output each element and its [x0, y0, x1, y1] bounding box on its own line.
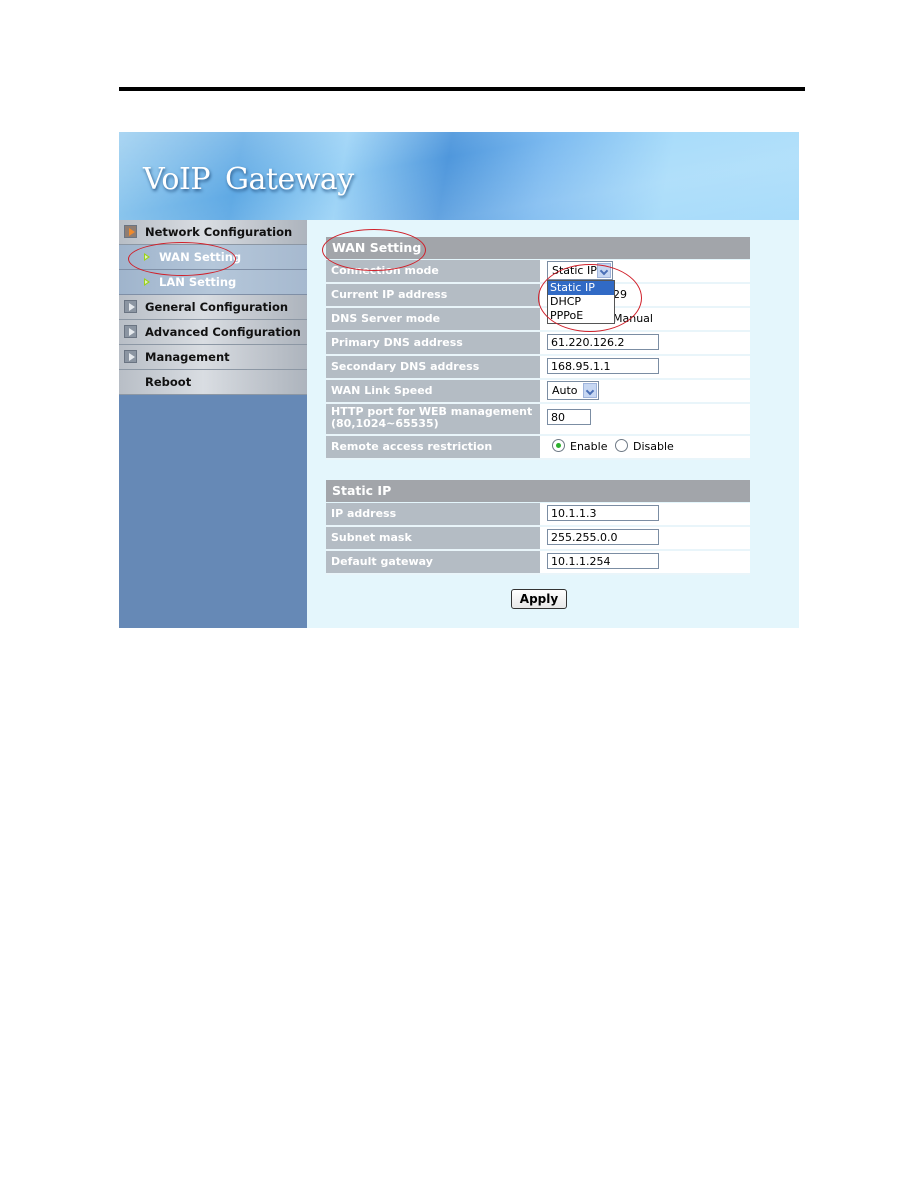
web-ui-frame: VoIP Gateway Network Configuration WAN S… [119, 132, 799, 628]
remote-access-enable-radio[interactable] [552, 439, 565, 452]
ip-address-input[interactable]: 10.1.1.3 [547, 505, 659, 521]
bullet-arrow-icon [144, 278, 150, 286]
row-current-ip: Current IP address 29 [326, 284, 750, 308]
apply-button[interactable]: Apply [511, 589, 567, 609]
wan-setting-header: WAN Setting [326, 237, 750, 260]
current-ip-value: 29 [613, 288, 627, 301]
expand-arrow-icon [124, 300, 137, 313]
sidebar-item-general-configuration[interactable]: General Configuration [119, 295, 307, 320]
row-primary-dns: Primary DNS address 61.220.126.2 [326, 332, 750, 356]
row-dns-mode: DNS Server mode Manual [326, 308, 750, 332]
sidebar-item-reboot[interactable]: Reboot [119, 370, 307, 395]
banner-title: VoIP Gateway [143, 162, 354, 197]
content-panel: WAN Setting Connection mode Static IP St… [326, 237, 750, 615]
bullet-arrow-icon [144, 253, 150, 261]
dns-mode-value: Manual [613, 312, 653, 325]
sidebar-item-advanced-configuration[interactable]: Advanced Configuration [119, 320, 307, 345]
row-link-speed: WAN Link Speed Auto [326, 380, 750, 404]
connection-mode-select[interactable]: Static IP [547, 261, 613, 280]
expand-arrow-icon [124, 325, 137, 338]
row-ip-address: IP address 10.1.1.3 [326, 503, 750, 527]
connection-mode-dropdown: Static IP DHCP PPPoE [547, 280, 615, 324]
row-remote-access: Remote access restriction Enable Disable [326, 436, 750, 460]
primary-dns-input[interactable]: 61.220.126.2 [547, 334, 659, 350]
row-subnet-mask: Subnet mask 255.255.0.0 [326, 527, 750, 551]
chevron-down-icon[interactable] [583, 383, 597, 398]
sidebar-subitem-wan-setting[interactable]: WAN Setting [119, 245, 307, 270]
default-gateway-input[interactable]: 10.1.1.254 [547, 553, 659, 569]
expand-arrow-icon [124, 225, 137, 238]
sidebar-subitem-lan-setting[interactable]: LAN Setting [119, 270, 307, 295]
expand-arrow-icon [124, 350, 137, 363]
static-ip-header: Static IP [326, 480, 750, 503]
row-secondary-dns: Secondary DNS address 168.95.1.1 [326, 356, 750, 380]
option-dhcp[interactable]: DHCP [548, 295, 614, 309]
chevron-down-icon[interactable] [597, 263, 611, 278]
row-connection-mode: Connection mode Static IP Static IP DHCP… [326, 260, 750, 324]
sidebar-item-network-configuration[interactable]: Network Configuration [119, 220, 307, 245]
subnet-mask-input[interactable]: 255.255.0.0 [547, 529, 659, 545]
secondary-dns-input[interactable]: 168.95.1.1 [547, 358, 659, 374]
option-static-ip[interactable]: Static IP [548, 281, 614, 295]
page-top-rule [119, 87, 805, 91]
remote-access-disable-radio[interactable] [614, 439, 628, 452]
sidebar: Network Configuration WAN Setting LAN Se… [119, 220, 307, 628]
row-default-gateway: Default gateway 10.1.1.254 [326, 551, 750, 575]
option-pppoe[interactable]: PPPoE [548, 309, 614, 323]
link-speed-select[interactable]: Auto [547, 381, 599, 400]
row-http-port: HTTP port for WEB management (80,1024~65… [326, 404, 750, 436]
banner: VoIP Gateway [119, 132, 799, 220]
sidebar-item-management[interactable]: Management [119, 345, 307, 370]
http-port-input[interactable]: 80 [547, 409, 591, 425]
